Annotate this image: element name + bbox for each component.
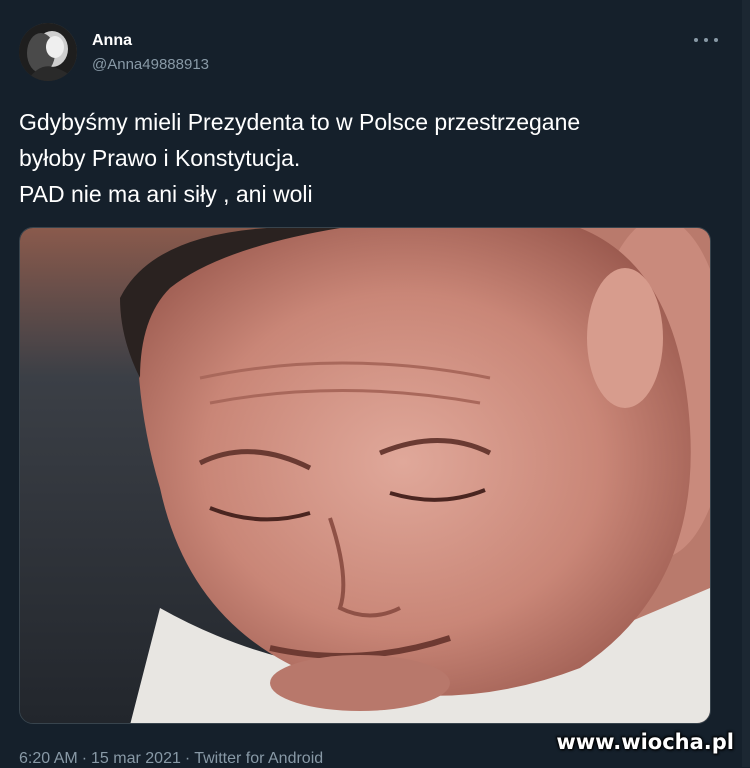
- tweet-text-line: byłoby Prawo i Konstytucja.: [19, 145, 301, 171]
- avatar[interactable]: [19, 23, 77, 81]
- tweet-author[interactable]: Anna @Anna49888913: [92, 31, 209, 75]
- tweet-date[interactable]: 15 mar 2021: [91, 750, 181, 767]
- more-dot: [714, 38, 718, 42]
- watermark: www.wiocha.pl: [556, 730, 734, 754]
- more-dot: [704, 38, 708, 42]
- avatar-image: [19, 23, 77, 81]
- previous-tweet-sliver: [52, 0, 56, 9]
- meta-separator: ·: [81, 750, 88, 767]
- tweet-photo[interactable]: [19, 227, 711, 724]
- tweet-text-line: Gdybyśmy mieli Prezydenta to w Polsce pr…: [19, 109, 581, 135]
- more-dot: [694, 38, 698, 42]
- scrollbar[interactable]: [742, 0, 750, 767]
- tweet-time[interactable]: 6:20 AM: [19, 750, 78, 767]
- tweet-text: Gdybyśmy mieli Prezydenta to w Polsce pr…: [19, 104, 719, 212]
- tweet-text-line: PAD nie ma ani siły , ani woli: [19, 181, 313, 207]
- more-horizontal-icon[interactable]: [694, 30, 718, 50]
- author-display-name[interactable]: Anna: [92, 31, 209, 51]
- meta-separator: ·: [184, 750, 191, 767]
- author-handle[interactable]: @Anna49888913: [92, 55, 209, 75]
- tweet-photo-image: [20, 228, 710, 723]
- tweet-source[interactable]: Twitter for Android: [194, 750, 323, 767]
- tweet-meta: 6:20 AM · 15 mar 2021 · Twitter for Android: [19, 750, 323, 768]
